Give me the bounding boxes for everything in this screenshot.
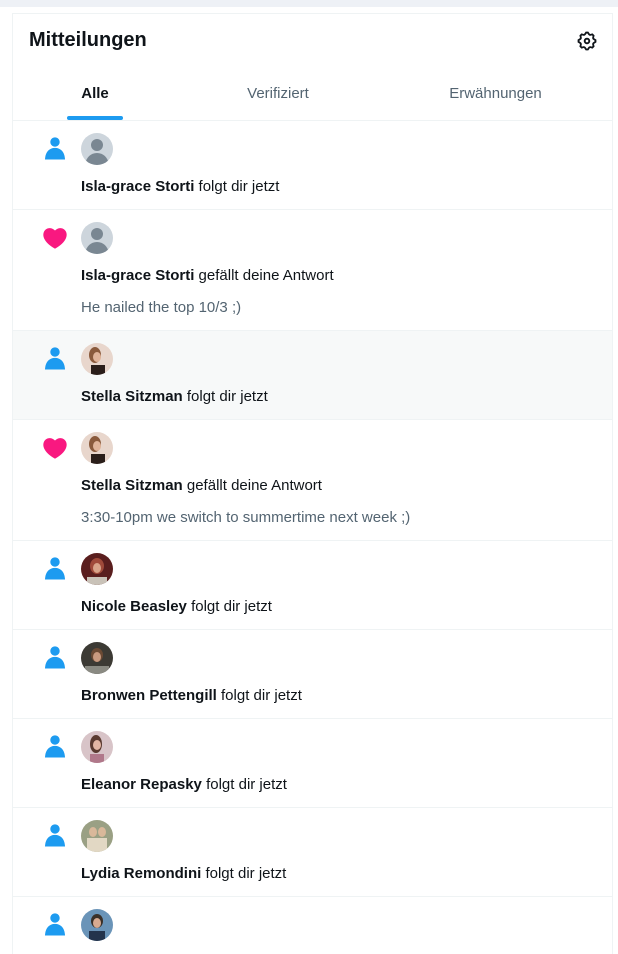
person-icon: [41, 733, 69, 761]
avatar[interactable]: [81, 133, 113, 165]
avatar[interactable]: [81, 222, 113, 254]
tab-bar: Alle Verifiziert Erwähnungen: [13, 67, 612, 121]
notification-item[interactable]: Bronwen Pettengill folgt dir jetzt: [13, 630, 612, 719]
user-name[interactable]: Stella Sitzman: [81, 388, 183, 405]
heart-icon: [41, 434, 69, 462]
notification-text: Isla-grace Storti gefällt deine Antwort: [81, 267, 334, 284]
avatar[interactable]: [81, 909, 113, 941]
person-icon: [41, 135, 69, 163]
action-text: folgt dir jetzt: [191, 598, 272, 615]
avatar[interactable]: [81, 553, 113, 585]
top-strip: [0, 0, 618, 7]
notification-text: Nicole Beasley folgt dir jetzt: [81, 598, 272, 615]
avatar[interactable]: [81, 731, 113, 763]
avatar[interactable]: [81, 432, 113, 464]
notification-item[interactable]: Eleanor Repasky folgt dir jetzt: [13, 719, 612, 808]
action-text: folgt dir jetzt: [198, 178, 280, 195]
reply-text: 3:30-10pm we switch to summertime next w…: [81, 509, 411, 526]
tab-active-indicator: [67, 116, 123, 120]
notification-item[interactable]: Stella Sitzman gefällt deine Antwort 3:3…: [13, 420, 612, 541]
notification-text: Stella Sitzman folgt dir jetzt: [81, 388, 268, 405]
avatar[interactable]: [81, 343, 113, 375]
tab-verified[interactable]: Verifiziert: [177, 67, 379, 120]
person-icon: [41, 822, 69, 850]
heart-icon: [41, 224, 69, 252]
reply-text: He nailed the top 10/3 ;): [81, 299, 242, 316]
user-name[interactable]: Bronwen Pettengill: [81, 687, 217, 704]
notification-item[interactable]: Stella Sitzman folgt dir jetzt: [13, 331, 612, 420]
user-name[interactable]: Lydia Remondini: [81, 865, 201, 882]
notification-text: Stella Sitzman gefällt deine Antwort: [81, 477, 322, 494]
person-icon: [41, 555, 69, 583]
notification-item[interactable]: Nicole Beasley folgt dir jetzt: [13, 541, 612, 630]
gear-icon[interactable]: [576, 30, 598, 52]
notification-text: Lydia Remondini folgt dir jetzt: [81, 865, 286, 882]
notification-item[interactable]: Isla-grace Storti gefällt deine Antwort …: [13, 210, 612, 331]
person-icon: [41, 345, 69, 373]
user-name[interactable]: Isla-grace Storti: [81, 178, 194, 195]
tab-mentions[interactable]: Erwähnungen: [379, 67, 612, 120]
action-text: folgt dir jetzt: [186, 388, 268, 405]
person-icon: [41, 911, 69, 939]
notification-item[interactable]: Lydia Remondini folgt dir jetzt: [13, 808, 612, 897]
tab-verified-label: Verifiziert: [247, 85, 309, 102]
action-text: gefällt deine Antwort: [186, 477, 322, 494]
action-text: folgt dir jetzt: [221, 687, 302, 704]
page-title: Mitteilungen: [29, 29, 147, 51]
action-text: folgt dir jetzt: [205, 865, 287, 882]
avatar[interactable]: [81, 820, 113, 852]
action-text: folgt dir jetzt: [206, 776, 287, 793]
avatar[interactable]: [81, 642, 113, 674]
user-name[interactable]: Stella Sitzman: [81, 477, 183, 494]
tab-mentions-label: Erwähnungen: [449, 85, 542, 102]
notification-text: Eleanor Repasky folgt dir jetzt: [81, 776, 287, 793]
user-name[interactable]: Nicole Beasley: [81, 598, 187, 615]
notification-item[interactable]: [13, 897, 612, 954]
person-icon: [41, 644, 69, 672]
notifications-panel: Mitteilungen Alle Verifiziert Erwähnunge…: [12, 13, 613, 954]
notification-text: Isla-grace Storti folgt dir jetzt: [81, 178, 279, 195]
notification-text: Bronwen Pettengill folgt dir jetzt: [81, 687, 302, 704]
user-name[interactable]: Isla-grace Storti: [81, 267, 194, 284]
tab-all[interactable]: Alle: [13, 67, 177, 120]
notification-item[interactable]: Isla-grace Storti folgt dir jetzt: [13, 121, 612, 210]
header: Mitteilungen: [13, 14, 612, 67]
action-text: gefällt deine Antwort: [198, 267, 334, 284]
user-name[interactable]: Eleanor Repasky: [81, 776, 202, 793]
tab-all-label: Alle: [81, 85, 109, 102]
